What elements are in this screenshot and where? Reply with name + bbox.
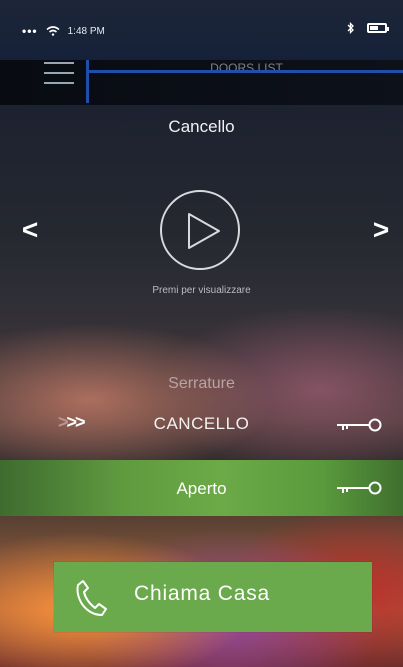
status-bar: ••• 1:48 PM [0, 0, 403, 60]
camera-title: Cancello [168, 117, 235, 136]
door-status-bar[interactable]: Aperto [0, 460, 403, 516]
play-button[interactable] [160, 190, 240, 270]
bluetooth-icon [347, 22, 354, 34]
call-home-label: Chiama Casa [134, 582, 271, 605]
key-icon [337, 481, 382, 495]
overlay-vertical-line [86, 60, 89, 103]
locks-header: Serrature [168, 375, 235, 392]
status-time: 1:48 PM [67, 25, 105, 37]
play-caption: Premi per visualizzare [152, 285, 251, 296]
hamburger-menu-icon[interactable] [44, 62, 74, 92]
status-bar-right [347, 22, 389, 34]
key-icon [337, 418, 382, 432]
wifi-icon [46, 26, 60, 36]
status-bar-left: ••• 1:48 PM [22, 24, 105, 38]
signal-dots: ••• [22, 24, 38, 38]
lock-item-cancello[interactable]: >>> CANCELLO [0, 404, 403, 444]
battery-level [370, 26, 378, 30]
call-home-button[interactable]: Chiama Casa [54, 562, 372, 632]
chevron-right-icon[interactable]: > [369, 214, 393, 246]
app-screen: ••• 1:48 PM DOORS LIST Cancello < > Prem… [0, 0, 403, 667]
overlay-horizontal-line [86, 70, 403, 73]
chevron-left-icon[interactable]: < [18, 214, 42, 246]
play-icon [188, 213, 220, 249]
battery-icon [367, 23, 389, 33]
top-navbar: DOORS LIST [0, 60, 403, 105]
phone-icon [76, 580, 107, 616]
